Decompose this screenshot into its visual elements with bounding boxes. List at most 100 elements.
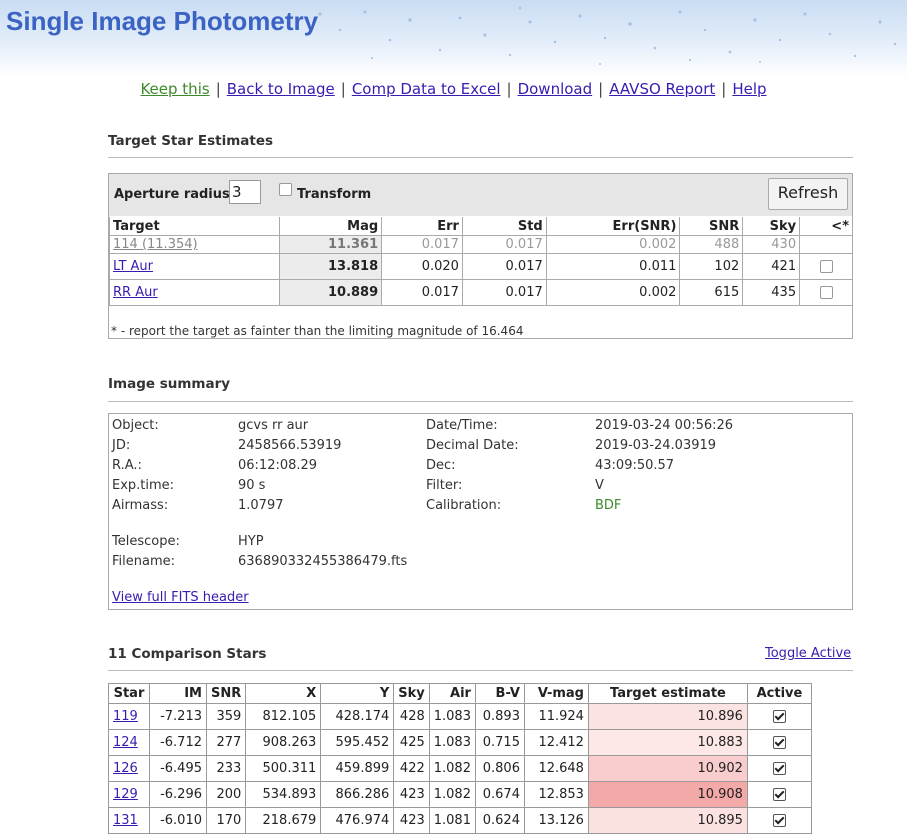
std-cell: 0.017	[461, 235, 547, 254]
col-err: Err	[381, 217, 463, 236]
decimal-date-value: 2019-03-24.03919	[595, 438, 717, 453]
target-estimate-cell: 10.908	[587, 781, 748, 808]
err-cell: 0.020	[381, 253, 463, 280]
exptime-value: 90 s	[238, 478, 266, 493]
sky-cell: 423	[393, 807, 430, 834]
back-to-image-link[interactable]: Back to Image	[227, 80, 335, 98]
nav-separator: |	[598, 80, 604, 98]
table-row: LT Aur 13.818 0.020 0.017 0.011 102 421	[108, 253, 852, 280]
target-estimates-panel: Aperture radius: 3 Transform Refresh Tar…	[108, 173, 853, 339]
transform-checkbox[interactable]	[279, 183, 292, 196]
active-cell	[746, 807, 812, 834]
air-cell: 1.082	[428, 781, 476, 808]
jd-label: JD:	[112, 438, 131, 453]
sky-cell: 423	[393, 781, 430, 808]
sky-cell: 430	[742, 235, 801, 254]
col-y: Y	[320, 683, 395, 704]
calibration-value: BDF	[595, 498, 622, 513]
im-cell: -6.296	[149, 781, 207, 808]
col-err-snr: Err(SNR)	[545, 217, 681, 236]
toggle-active-link[interactable]: Toggle Active	[765, 646, 851, 661]
err-cell: 0.017	[381, 279, 463, 306]
summary-section-title: Image summary	[108, 376, 231, 392]
active-checkbox[interactable]	[772, 710, 786, 723]
active-checkbox[interactable]	[772, 736, 786, 749]
snr-cell: 615	[679, 279, 744, 306]
col-sky: Sky	[393, 683, 430, 704]
col-air: Air	[428, 683, 476, 704]
datetime-label: Date/Time:	[426, 418, 498, 433]
x-cell: 812.105	[245, 703, 322, 730]
x-cell: 534.893	[245, 781, 322, 808]
table-row: 126 -6.495 233 500.311 459.899 422 1.082 0.806 1…	[108, 755, 812, 782]
table-header-row: Star IM SNR X Y Sky Air B-V V-mag Target…	[108, 683, 812, 704]
limiting-magnitude-note: * - report the target as fainter than th…	[111, 324, 524, 338]
refresh-button[interactable]: Refresh	[768, 178, 848, 210]
rr-aur-link[interactable]: RR Aur	[113, 285, 158, 300]
fainter-checkbox[interactable]	[819, 286, 833, 299]
sky-cell: 422	[393, 755, 430, 782]
active-cell	[746, 729, 812, 756]
table-header-row: Target Mag Err Std Err(SNR) SNR Sky <*	[108, 217, 852, 236]
err-cell: 0.017	[381, 235, 463, 254]
section-divider	[108, 401, 853, 402]
exptime-label: Exp.time:	[112, 478, 175, 493]
dec-value: 43:09:50.57	[595, 458, 675, 473]
im-cell: -6.010	[149, 807, 207, 834]
aavso-report-link[interactable]: AAVSO Report	[609, 80, 715, 98]
star-link[interactable]: 131	[113, 813, 138, 828]
download-link[interactable]: Download	[518, 80, 593, 98]
col-active: Active	[746, 683, 812, 704]
active-checkbox[interactable]	[772, 762, 786, 775]
star-link[interactable]: 126	[113, 761, 138, 776]
filename-label: Filename:	[112, 554, 176, 569]
object-label: Object:	[112, 418, 159, 433]
std-cell: 0.017	[461, 253, 547, 280]
view-fits-header-link[interactable]: View full FITS header	[112, 590, 249, 605]
lt-aur-link[interactable]: LT Aur	[113, 259, 153, 274]
sky-cell: 421	[742, 253, 801, 280]
snr-cell: 200	[205, 781, 247, 808]
star-link[interactable]: 119	[113, 709, 138, 724]
help-link[interactable]: Help	[732, 80, 766, 98]
sky-cell: 425	[393, 729, 430, 756]
active-checkbox[interactable]	[772, 814, 786, 827]
nav-separator: |	[721, 80, 727, 98]
air-cell: 1.082	[428, 755, 476, 782]
app-title: Single Image Photometry	[6, 6, 319, 36]
snr-cell: 277	[205, 729, 247, 756]
err-snr-cell: 0.002	[545, 279, 681, 306]
star-cell: 124	[108, 729, 150, 756]
telescope-value: HYP	[238, 534, 264, 549]
decimal-date-label: Decimal Date:	[426, 438, 519, 453]
ra-value: 06:12:08.29	[238, 458, 318, 473]
active-checkbox[interactable]	[772, 788, 786, 801]
col-std: Std	[461, 217, 547, 236]
keep-this-link[interactable]: Keep this	[140, 80, 209, 98]
star-link[interactable]: 124	[113, 735, 138, 750]
mag-cell: 11.361	[279, 235, 383, 254]
fainter-checkbox[interactable]	[819, 260, 833, 273]
im-cell: -6.495	[149, 755, 207, 782]
star-cell: 129	[108, 781, 150, 808]
vmag-cell: 12.853	[523, 781, 589, 808]
comp-target-link[interactable]: 114 (11.354)	[113, 237, 198, 252]
y-cell: 595.452	[320, 729, 395, 756]
star-link[interactable]: 129	[113, 787, 138, 802]
fainter-cell	[799, 253, 852, 280]
aperture-radius-input[interactable]: 3	[229, 180, 261, 204]
col-target: Target	[108, 217, 281, 236]
table-row: 114 (11.354) 11.361 0.017 0.017 0.002 48…	[108, 235, 852, 254]
col-fainter: <*	[799, 217, 852, 236]
object-value: gcvs rr aur	[238, 418, 309, 433]
star-cell: 119	[108, 703, 150, 730]
snr-cell: 233	[205, 755, 247, 782]
vmag-cell: 11.924	[523, 703, 589, 730]
comp-data-excel-link[interactable]: Comp Data to Excel	[352, 80, 501, 98]
calibration-label: Calibration:	[426, 498, 502, 513]
col-snr: SNR	[205, 683, 247, 704]
target-name: LT Aur	[108, 253, 281, 280]
telescope-label: Telescope:	[112, 534, 180, 549]
snr-cell: 170	[205, 807, 247, 834]
target-estimate-cell: 10.902	[587, 755, 748, 782]
